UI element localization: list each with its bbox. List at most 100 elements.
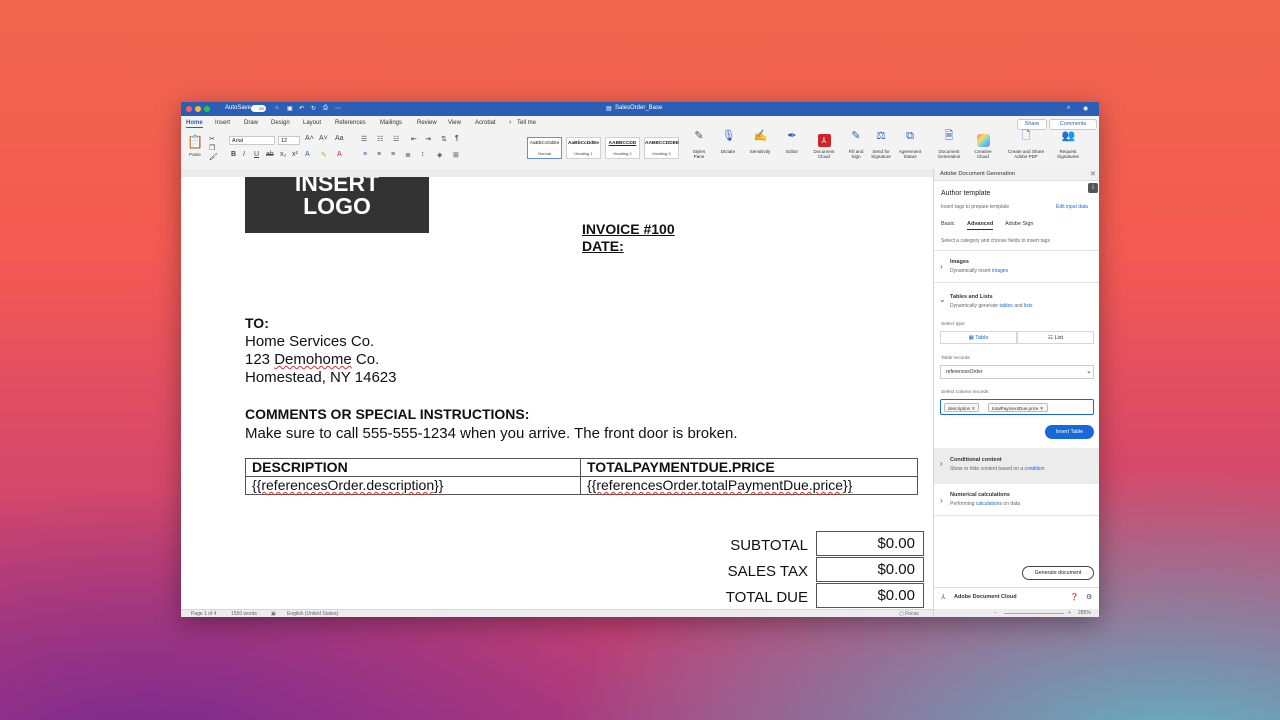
search-icon[interactable]: ⌕	[1067, 105, 1070, 112]
tell-me-search[interactable]: Tell me	[517, 120, 536, 126]
print-icon[interactable]: ⎙	[323, 105, 328, 112]
type-table-option[interactable]: ▦ Table	[940, 331, 1017, 344]
invoice-items-table[interactable]: DESCRIPTION TOTALPAYMENTDUE.PRICE {{refe…	[245, 458, 918, 495]
tables-lists-title[interactable]: Tables and Lists	[950, 294, 993, 300]
zoom-level[interactable]: 285%	[1078, 610, 1091, 616]
share-button[interactable]: Share	[1017, 119, 1047, 130]
redo-icon[interactable]: ↻	[311, 105, 316, 112]
logo-placeholder[interactable]: INSERT LOGO	[245, 177, 429, 233]
images-title[interactable]: Images	[950, 259, 969, 265]
gear-icon[interactable]: ⚙	[1086, 593, 1092, 601]
tab-advanced[interactable]: Advanced	[967, 221, 994, 230]
sensitivity-button[interactable]: ✍ Sensitivity	[745, 131, 775, 155]
conditional-content-section[interactable]: › Conditional content Show or hide conte…	[934, 448, 1099, 484]
tables-link[interactable]: tables	[999, 303, 1012, 309]
tab-mailings[interactable]: Mailings	[380, 120, 402, 126]
style-heading-2[interactable]: AABBCCDD Heading 2	[605, 137, 640, 159]
bullets-icon[interactable]: ☰	[361, 135, 367, 143]
chevron-right-icon[interactable]: ›	[940, 262, 943, 271]
numerical-title[interactable]: Numerical calculations	[950, 492, 1010, 498]
copy-icon[interactable]: ❐	[209, 144, 215, 152]
tab-view[interactable]: View	[448, 120, 461, 126]
generate-document-button[interactable]: Generate document	[1022, 566, 1094, 580]
dictate-button[interactable]: 🎙 Dictate	[717, 131, 739, 155]
tab-design[interactable]: Design	[271, 120, 290, 126]
tab-review[interactable]: Review	[417, 120, 437, 126]
editor-button[interactable]: ✒ Editor	[781, 131, 803, 155]
chevron-right-icon[interactable]: ›	[940, 496, 943, 505]
underline-icon[interactable]: U	[254, 151, 259, 158]
bold-icon[interactable]: B	[231, 151, 236, 158]
language-label[interactable]: English (United States)	[287, 611, 338, 617]
justify-icon[interactable]: ≣	[405, 151, 411, 159]
format-painter-icon[interactable]: 🖌	[209, 153, 218, 161]
align-right-icon[interactable]: ≡	[391, 151, 395, 158]
numbering-icon[interactable]: ☷	[377, 135, 383, 143]
tab-acrobat[interactable]: Acrobat	[475, 120, 496, 126]
chevron-down-icon[interactable]: ⌄	[939, 295, 946, 304]
more-icon[interactable]: ⋯	[335, 105, 341, 112]
creative-cloud-button[interactable]: Creative Cloud	[969, 134, 997, 159]
strikethrough-icon[interactable]: ab	[266, 151, 274, 158]
show-formatting-icon[interactable]: ¶	[455, 135, 459, 142]
cut-icon[interactable]: ✂	[209, 135, 215, 143]
fill-and-sign-button[interactable]: ✎ Fill and Sign	[845, 131, 867, 160]
change-case-icon[interactable]: Aa	[335, 135, 344, 142]
styles-pane-button[interactable]: ✎ Styles Pane	[687, 131, 711, 160]
superscript-icon[interactable]: x²	[292, 151, 298, 158]
tab-draw[interactable]: Draw	[244, 120, 258, 126]
subscript-icon[interactable]: x₂	[280, 151, 286, 158]
column-records-input[interactable]: description ✕ totalPaymentDue.price ✕	[940, 399, 1094, 415]
chip-remove-icon[interactable]: ✕	[1040, 406, 1044, 411]
shrink-font-icon[interactable]: A˅	[319, 135, 328, 142]
multilevel-list-icon[interactable]: ☳	[393, 135, 399, 143]
tab-adobe-sign[interactable]: Adobe Sign	[1005, 221, 1033, 227]
font-name-dropdown[interactable]: Arial	[229, 136, 275, 145]
table-records-dropdown[interactable]: referencesOrder ⌄	[940, 365, 1094, 379]
save-icon[interactable]: ▣	[287, 105, 293, 112]
document-cloud-button[interactable]: ⅄ Document Cloud	[809, 134, 839, 159]
increase-indent-icon[interactable]: ⇥	[425, 135, 431, 143]
shading-icon[interactable]: ◈	[437, 151, 442, 159]
zoom-out-icon[interactable]: −	[994, 610, 997, 616]
profile-icon[interactable]: ◉	[1083, 105, 1088, 112]
font-color-icon[interactable]: A	[337, 151, 342, 158]
word-count[interactable]: 1550 words	[231, 611, 257, 617]
line-spacing-icon[interactable]: ↕	[421, 151, 425, 158]
paste-icon[interactable]: 📋	[187, 134, 203, 150]
zoom-in-icon[interactable]: +	[1068, 610, 1071, 616]
autosave-toggle[interactable]: on	[251, 105, 266, 112]
help-icon[interactable]: ❓	[1070, 593, 1079, 601]
zoom-slider[interactable]	[1004, 613, 1064, 614]
italic-icon[interactable]: I	[243, 151, 245, 158]
tab-insert[interactable]: Insert	[215, 120, 230, 126]
align-center-icon[interactable]: ≡	[377, 151, 381, 158]
focus-button[interactable]: ▢ Focus	[899, 611, 919, 617]
send-for-signature-button[interactable]: ⚖ Send for Signature	[869, 131, 893, 160]
request-signatures-button[interactable]: 👥 Request Signatures	[1051, 131, 1085, 160]
proofing-icon[interactable]: ▣	[271, 611, 276, 617]
home-icon[interactable]: ⌂	[275, 105, 279, 111]
align-left-icon[interactable]: ≡	[363, 151, 367, 158]
panel-close-icon[interactable]: ✕	[1090, 170, 1096, 178]
zoom-window-button[interactable]	[204, 106, 210, 112]
tab-home[interactable]: Home	[186, 120, 203, 128]
document-canvas[interactable]: INSERT LOGO INVOICE #100 DATE: TO: Home …	[181, 177, 933, 609]
borders-icon[interactable]: ⊞	[453, 151, 459, 159]
decrease-indent-icon[interactable]: ⇤	[411, 135, 417, 143]
insert-table-button[interactable]: Insert Table	[1045, 425, 1094, 439]
close-window-button[interactable]	[186, 106, 192, 112]
comments-button[interactable]: Comments	[1049, 119, 1097, 130]
document-generation-button[interactable]: 🗎 Document Generation	[933, 131, 965, 160]
minimize-window-button[interactable]	[195, 106, 201, 112]
type-list-option[interactable]: ☷ List	[1017, 331, 1094, 344]
sort-icon[interactable]: ⇅	[441, 135, 447, 143]
text-effects-icon[interactable]: A	[305, 151, 310, 158]
style-normal[interactable]: AaBbCcDdEe Normal	[527, 137, 562, 159]
agreement-status-button[interactable]: ⧉ Agreement Status	[895, 131, 925, 160]
tab-layout[interactable]: Layout	[303, 120, 321, 126]
grow-font-icon[interactable]: A˄	[305, 135, 314, 142]
edit-input-data-link[interactable]: Edit input data	[1056, 204, 1088, 210]
lists-link[interactable]: lists	[1024, 303, 1033, 309]
chip-remove-icon[interactable]: ✕	[972, 406, 976, 411]
